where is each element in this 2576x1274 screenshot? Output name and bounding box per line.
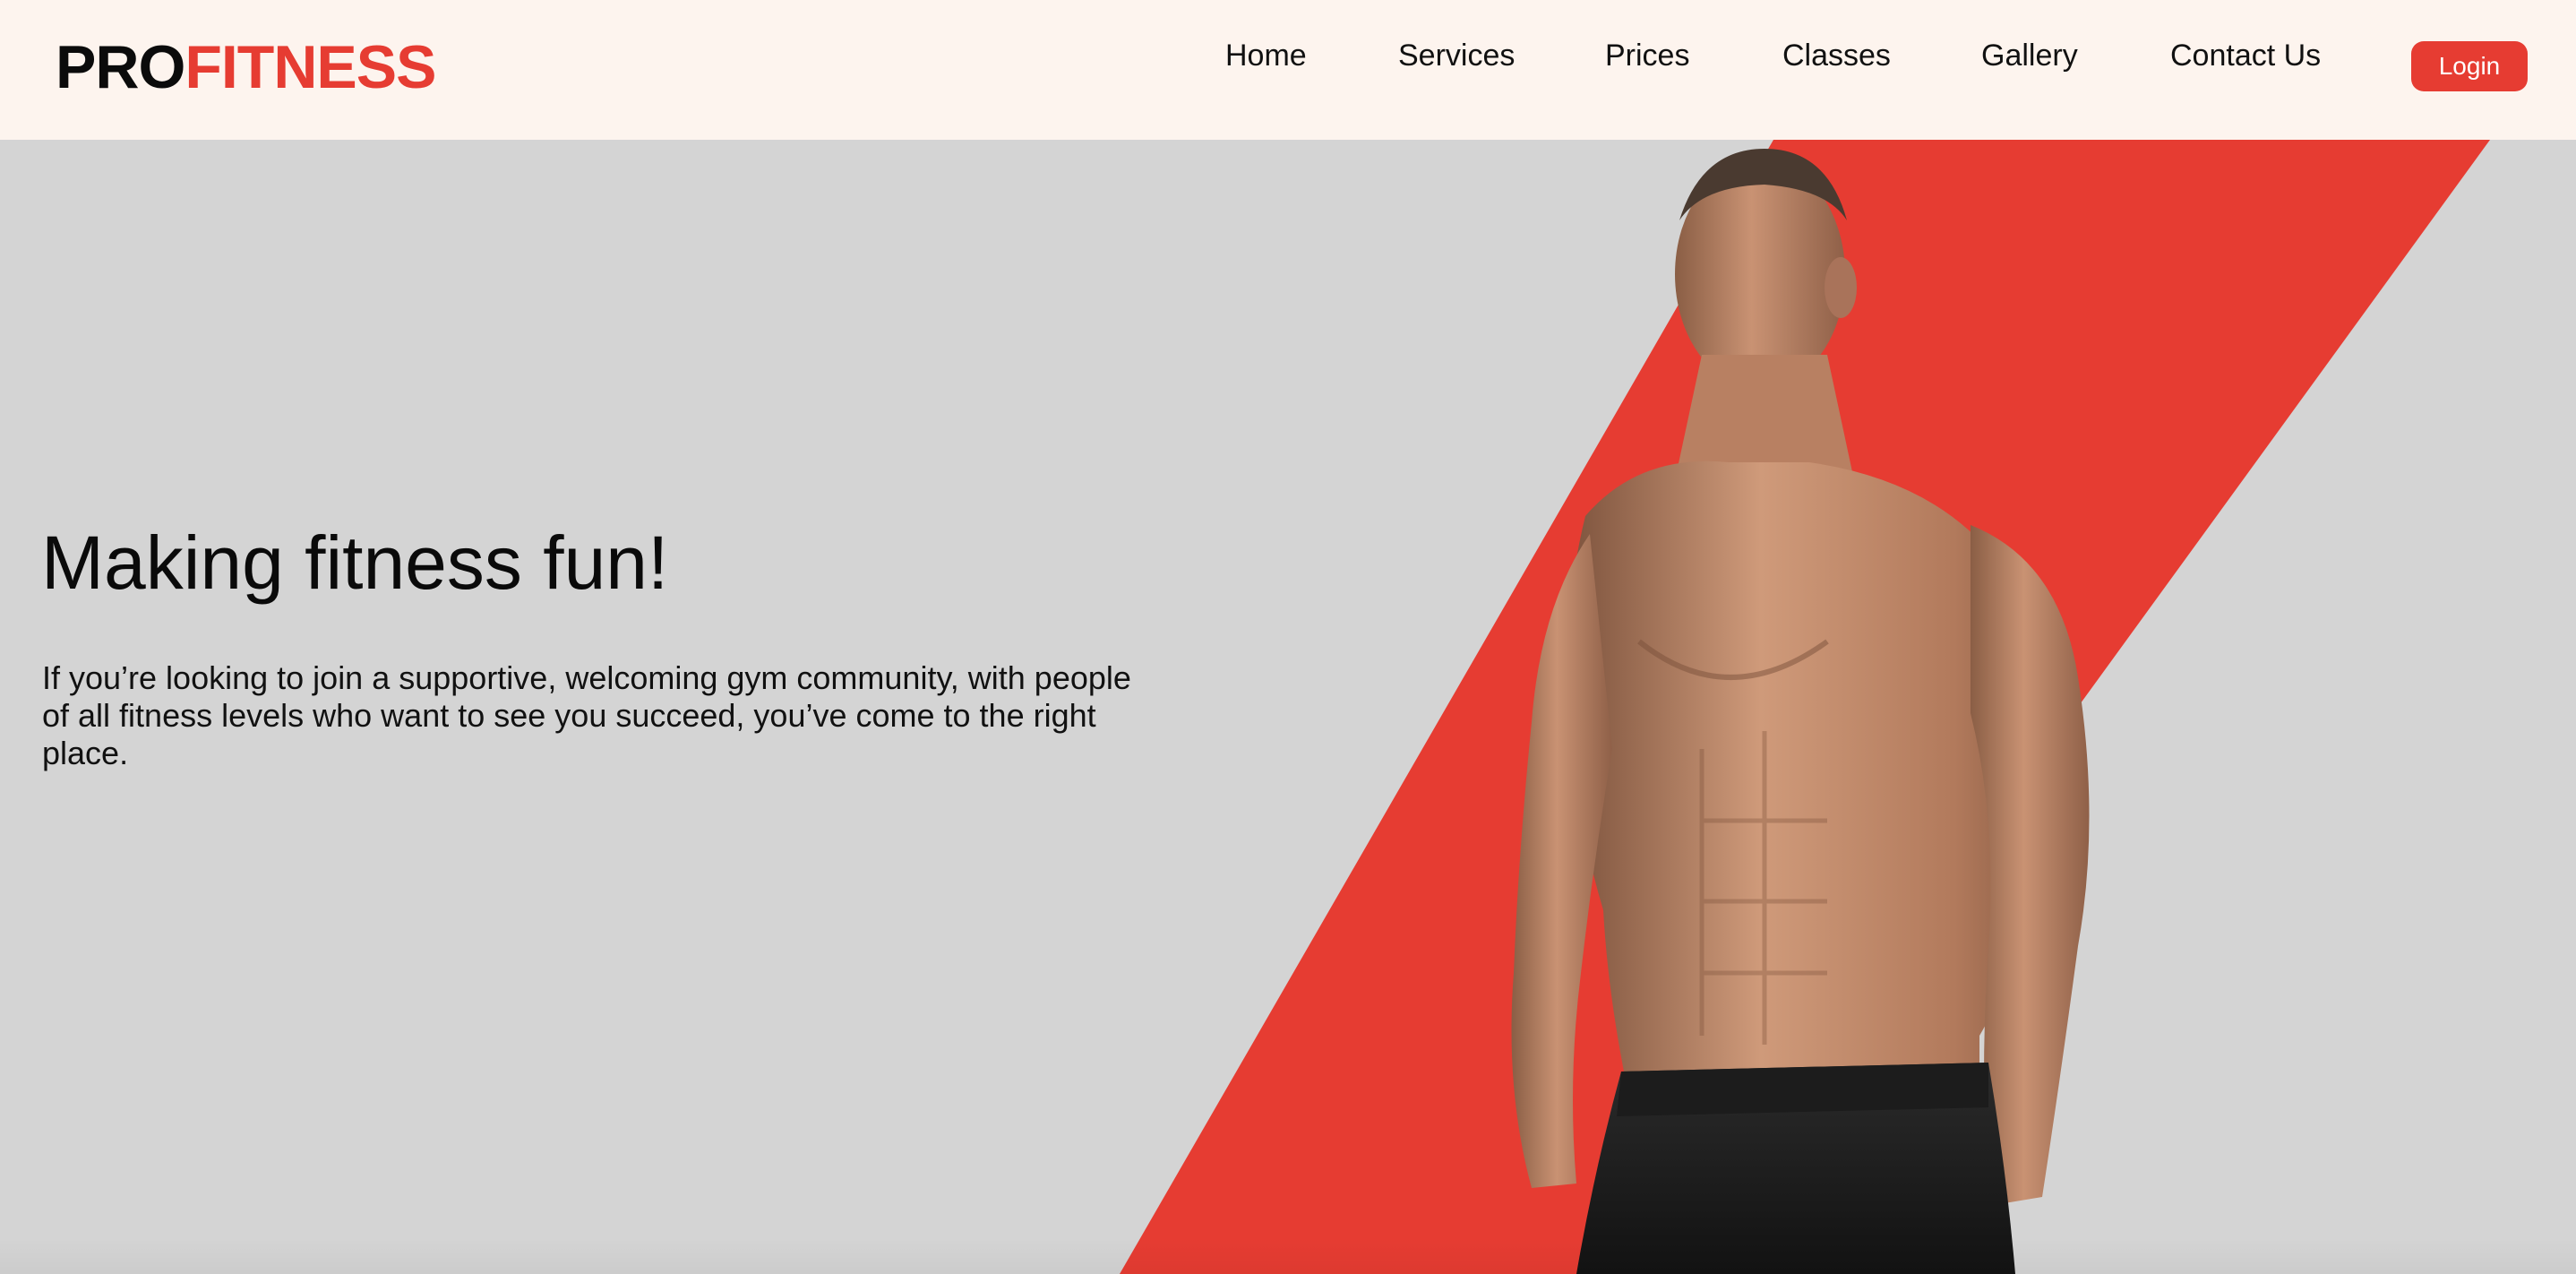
logo-text-fitness: FITNESS	[185, 33, 436, 101]
nav-classes[interactable]: Classes	[1782, 36, 1891, 75]
landing-page: PROFITNESS Home Services Prices Classes …	[0, 0, 2576, 1274]
hero-bottom-shadow	[0, 1238, 2576, 1274]
login-button[interactable]: Login	[2411, 41, 2528, 91]
nav-home[interactable]: Home	[1225, 36, 1307, 75]
logo-text-pro: PRO	[56, 33, 185, 101]
nav-prices[interactable]: Prices	[1605, 36, 1689, 75]
hero-title: Making fitness fun!	[41, 521, 669, 605]
site-header: PROFITNESS Home Services Prices Classes …	[0, 0, 2576, 140]
nav-contact-us[interactable]: Contact Us	[2170, 36, 2321, 75]
athlete-photo	[1511, 149, 2090, 1274]
hero-red-stripe	[1120, 140, 2490, 1274]
hero-description: If you’re looking to join a supportive, …	[42, 659, 1131, 771]
nav-gallery[interactable]: Gallery	[1981, 36, 2078, 75]
nav-services[interactable]: Services	[1398, 36, 1515, 75]
site-logo[interactable]: PROFITNESS	[56, 33, 437, 101]
